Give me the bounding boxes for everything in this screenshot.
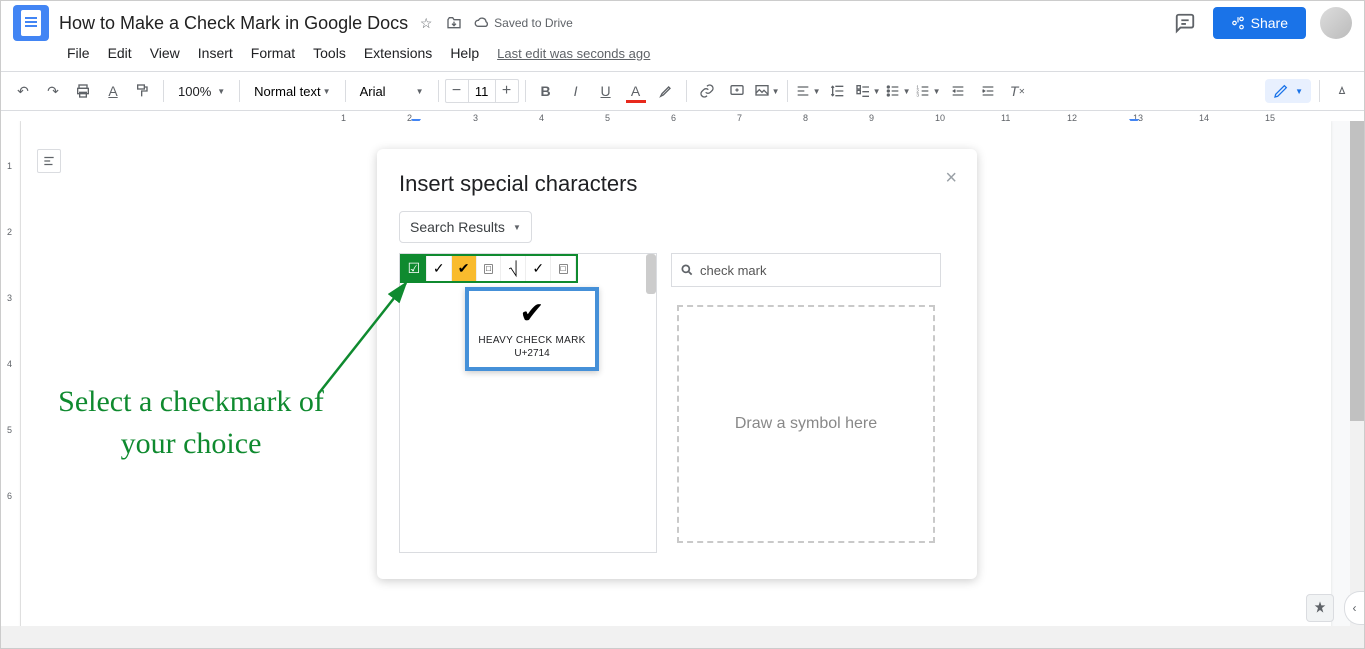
character-cell[interactable]: ⎷: [501, 256, 526, 281]
print-button[interactable]: [69, 77, 97, 105]
vruler-tick: 4: [7, 359, 12, 369]
zoom-dropdown[interactable]: 100%▼: [170, 80, 233, 103]
vruler-tick: 2: [7, 227, 12, 237]
font-size-input[interactable]: [468, 80, 496, 102]
editing-mode-button[interactable]: ▼: [1265, 79, 1311, 103]
line-spacing-button[interactable]: [824, 77, 852, 105]
draw-hint-text: Draw a symbol here: [735, 415, 877, 433]
font-size-increase[interactable]: +: [496, 82, 518, 100]
move-icon[interactable]: [446, 15, 462, 31]
insert-image-button[interactable]: ▼: [753, 77, 781, 105]
menu-view[interactable]: View: [142, 41, 188, 65]
page-scrollbar[interactable]: [1350, 121, 1364, 626]
star-icon[interactable]: ☆: [418, 15, 434, 31]
last-edit-link[interactable]: Last edit was seconds ago: [497, 46, 650, 61]
dialog-close-button[interactable]: ×: [945, 167, 957, 190]
bulleted-list-button[interactable]: ▼: [884, 77, 912, 105]
menu-edit[interactable]: Edit: [100, 41, 140, 65]
font-size-control[interactable]: − +: [445, 79, 519, 103]
undo-button[interactable]: ↶: [9, 77, 37, 105]
paint-format-button[interactable]: [129, 77, 157, 105]
search-characters-input[interactable]: check mark: [671, 253, 941, 287]
align-button[interactable]: ▼: [794, 77, 822, 105]
dialog-title: Insert special characters: [399, 171, 955, 197]
increase-indent-button[interactable]: [974, 77, 1002, 105]
menu-tools[interactable]: Tools: [305, 41, 354, 65]
character-cell[interactable]: □: [551, 256, 576, 281]
redo-button[interactable]: ↷: [39, 77, 67, 105]
comments-button[interactable]: [1171, 9, 1199, 37]
insert-link-button[interactable]: [693, 77, 721, 105]
share-button[interactable]: Share: [1213, 7, 1306, 39]
menu-insert[interactable]: Insert: [190, 41, 241, 65]
vruler-tick: 1: [7, 161, 12, 171]
checklist-button[interactable]: ▼: [854, 77, 882, 105]
bottom-scrollbar[interactable]: [1, 626, 1364, 648]
account-avatar[interactable]: [1320, 7, 1352, 39]
svg-text:3: 3: [916, 92, 919, 97]
category-dropdown[interactable]: Search Results▼: [399, 211, 532, 243]
grid-scrollbar[interactable]: [646, 254, 656, 294]
clear-formatting-button[interactable]: T✕: [1004, 77, 1032, 105]
vruler-tick: 5: [7, 425, 12, 435]
vruler-tick: 6: [7, 491, 12, 501]
toolbar: ↶ ↷ A 100%▼ Normal text▼ Arial▼ − + B I …: [1, 71, 1364, 111]
document-title[interactable]: How to Make a Check Mark in Google Docs: [59, 13, 408, 34]
spellcheck-button[interactable]: A: [99, 77, 127, 105]
outline-toggle-button[interactable]: [37, 149, 61, 173]
character-cell[interactable]: ✓: [427, 256, 452, 281]
highlight-button[interactable]: [652, 77, 680, 105]
annotation-text: Select a checkmark of your choice: [51, 381, 331, 465]
preview-code: U+2714: [473, 348, 591, 359]
font-size-decrease[interactable]: −: [446, 82, 468, 100]
decrease-indent-button[interactable]: [944, 77, 972, 105]
vertical-ruler[interactable]: 1 2 3 4 5 6: [1, 121, 21, 648]
menu-file[interactable]: File: [59, 41, 98, 65]
character-cell[interactable]: ✓: [526, 256, 551, 281]
collapse-toolbar-button[interactable]: ㅿ: [1328, 77, 1356, 105]
insert-comment-button[interactable]: [723, 77, 751, 105]
menu-extensions[interactable]: Extensions: [356, 41, 440, 65]
paragraph-style-dropdown[interactable]: Normal text▼: [246, 80, 338, 103]
underline-button[interactable]: U: [592, 77, 620, 105]
menu-help[interactable]: Help: [442, 41, 487, 65]
text-color-button[interactable]: A: [622, 77, 650, 105]
character-cell[interactable]: ✔: [452, 256, 477, 281]
character-cell[interactable]: ☑: [402, 256, 427, 281]
draw-symbol-area[interactable]: Draw a symbol here: [671, 299, 941, 549]
docs-logo-icon[interactable]: [13, 5, 49, 41]
italic-button[interactable]: I: [562, 77, 590, 105]
preview-glyph: ✔: [473, 299, 591, 329]
numbered-list-button[interactable]: 123▼: [914, 77, 942, 105]
font-dropdown[interactable]: Arial▼: [352, 80, 432, 103]
character-preview-tooltip: ✔ HEAVY CHECK MARK U+2714: [465, 287, 599, 371]
menu-format[interactable]: Format: [243, 41, 303, 65]
character-cell[interactable]: □: [477, 256, 502, 281]
bold-button[interactable]: B: [532, 77, 560, 105]
preview-name: HEAVY CHECK MARK: [473, 335, 591, 346]
explore-button[interactable]: [1306, 594, 1334, 622]
save-status: Saved to Drive: [474, 15, 573, 31]
vruler-tick: 3: [7, 293, 12, 303]
